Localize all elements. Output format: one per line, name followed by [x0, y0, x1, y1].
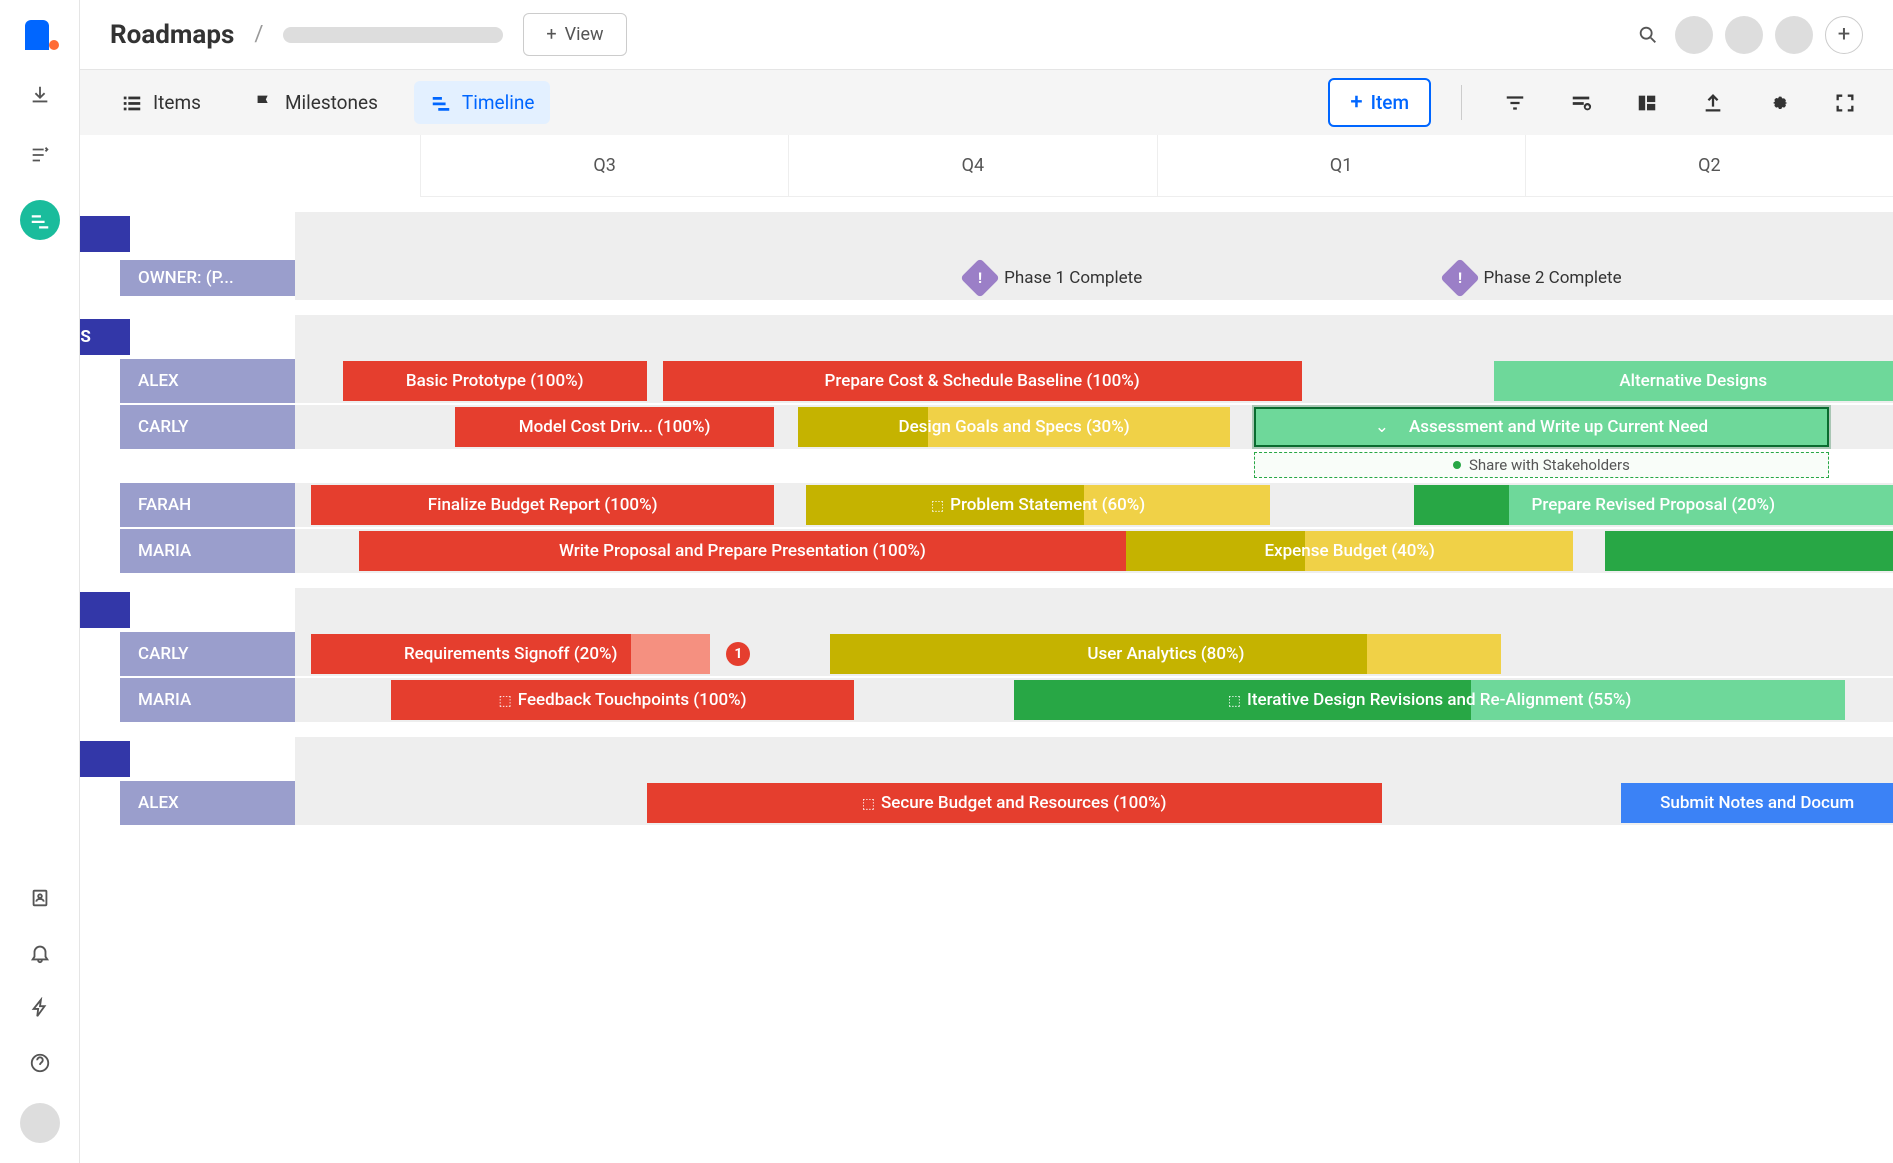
side-navigation: [0, 0, 80, 1163]
timeline-bar[interactable]: Alternative Designs: [1494, 361, 1893, 401]
timeline-bar[interactable]: ⬚Problem Statement (60%): [806, 485, 1269, 525]
quarter-q3: Q3: [420, 135, 788, 196]
filter-icon[interactable]: [1500, 88, 1530, 118]
avatar-1[interactable]: [1675, 16, 1713, 54]
owner-label[interactable]: CARLY: [120, 405, 295, 449]
timeline-bar[interactable]: ⌄Assessment and Write up Current Need: [1254, 407, 1829, 447]
timeline-bar[interactable]: Submit Notes and Docum: [1621, 783, 1893, 823]
milestone[interactable]: !Phase 2 Complete: [1446, 264, 1622, 292]
tab-items[interactable]: Items: [105, 81, 217, 124]
add-view-button[interactable]: +View: [523, 13, 626, 56]
page-title: Roadmaps: [110, 20, 234, 50]
list-icon[interactable]: [25, 140, 55, 170]
link-filter-icon[interactable]: [1566, 88, 1596, 118]
logo[interactable]: [25, 20, 55, 50]
add-collaborator-button[interactable]: +: [1825, 16, 1863, 54]
milestone[interactable]: !Phase 1 Complete: [966, 264, 1142, 292]
contacts-icon[interactable]: [25, 883, 55, 913]
timeline-bar[interactable]: Model Cost Driv... (100%): [455, 407, 775, 447]
help-icon[interactable]: [25, 1048, 55, 1078]
top-bar: Roadmaps / +View +: [80, 0, 1893, 70]
group-header[interactable]: MILESTONES: [80, 216, 130, 252]
timeline-bar[interactable]: ⬚Iterative Design Revisions and Re-Align…: [1014, 680, 1845, 720]
timeline-bar[interactable]: [1605, 531, 1893, 571]
timeline-bar[interactable]: Expense Budget (40%): [1126, 531, 1573, 571]
owner-label[interactable]: MARIA: [120, 529, 295, 573]
export-icon[interactable]: [1698, 88, 1728, 118]
timeline-nav-icon[interactable]: [20, 200, 60, 240]
timeline-bar[interactable]: ⬚Feedback Touchpoints (100%): [391, 680, 854, 720]
download-icon[interactable]: [25, 80, 55, 110]
count-badge[interactable]: 1: [726, 642, 750, 666]
timeline-bar[interactable]: Basic Prototype (100%): [343, 361, 647, 401]
add-item-button[interactable]: +Item: [1328, 78, 1431, 127]
owner-label[interactable]: CARLY: [120, 632, 295, 676]
owner-label[interactable]: MARIA: [120, 678, 295, 722]
layout-icon[interactable]: [1632, 88, 1662, 118]
timeline-area: Q3 Q4 Q1 Q2 MILESTONES OWNER: (P... !Phase…: [80, 135, 1893, 1163]
group-header[interactable]: RESEARCH: [80, 741, 130, 777]
owner-label[interactable]: ALEX: [120, 781, 295, 825]
fullscreen-icon[interactable]: [1830, 88, 1860, 118]
bell-icon[interactable]: [25, 938, 55, 968]
settings-icon[interactable]: [1764, 88, 1794, 118]
tab-timeline[interactable]: Timeline: [414, 81, 551, 124]
owner-label[interactable]: ALEX: [120, 359, 295, 403]
sub-item[interactable]: Share with Stakeholders: [1254, 452, 1829, 478]
timeline-bar[interactable]: Prepare Revised Proposal (20%): [1414, 485, 1893, 525]
timeline-bar[interactable]: Design Goals and Specs (30%): [798, 407, 1229, 447]
timeline-bar[interactable]: Prepare Cost & Schedule Baseline (100%): [663, 361, 1302, 401]
group-header[interactable]: ALIGNMENT: [80, 592, 130, 628]
breadcrumb-placeholder: [283, 27, 503, 43]
quarter-q1: Q1: [1157, 135, 1525, 196]
tab-milestones[interactable]: Milestones: [237, 81, 394, 124]
bolt-icon[interactable]: [25, 993, 55, 1023]
quarter-q4: Q4: [788, 135, 1156, 196]
owner-label[interactable]: FARAH: [120, 483, 295, 527]
timeline-bar[interactable]: User Analytics (80%): [830, 634, 1501, 674]
timeline-bar[interactable]: ⬚Secure Budget and Resources (100%): [647, 783, 1382, 823]
avatar-2[interactable]: [1725, 16, 1763, 54]
quarter-q2: Q2: [1525, 135, 1893, 196]
user-avatar[interactable]: [20, 1103, 60, 1143]
timeline-bar[interactable]: Requirements Signoff (20%): [311, 634, 711, 674]
timeline-bar[interactable]: Finalize Budget Report (100%): [311, 485, 774, 525]
quarter-headers: Q3 Q4 Q1 Q2: [420, 135, 1893, 197]
search-icon[interactable]: [1633, 20, 1663, 50]
owner-label[interactable]: OWNER: (P...: [120, 260, 295, 296]
avatar-3[interactable]: [1775, 16, 1813, 54]
timeline-bar[interactable]: Write Proposal and Prepare Presentation …: [359, 531, 1126, 571]
toolbar: Items Milestones Timeline +Item: [80, 70, 1893, 135]
group-header[interactable]: DELIVERABLES: [80, 319, 130, 355]
